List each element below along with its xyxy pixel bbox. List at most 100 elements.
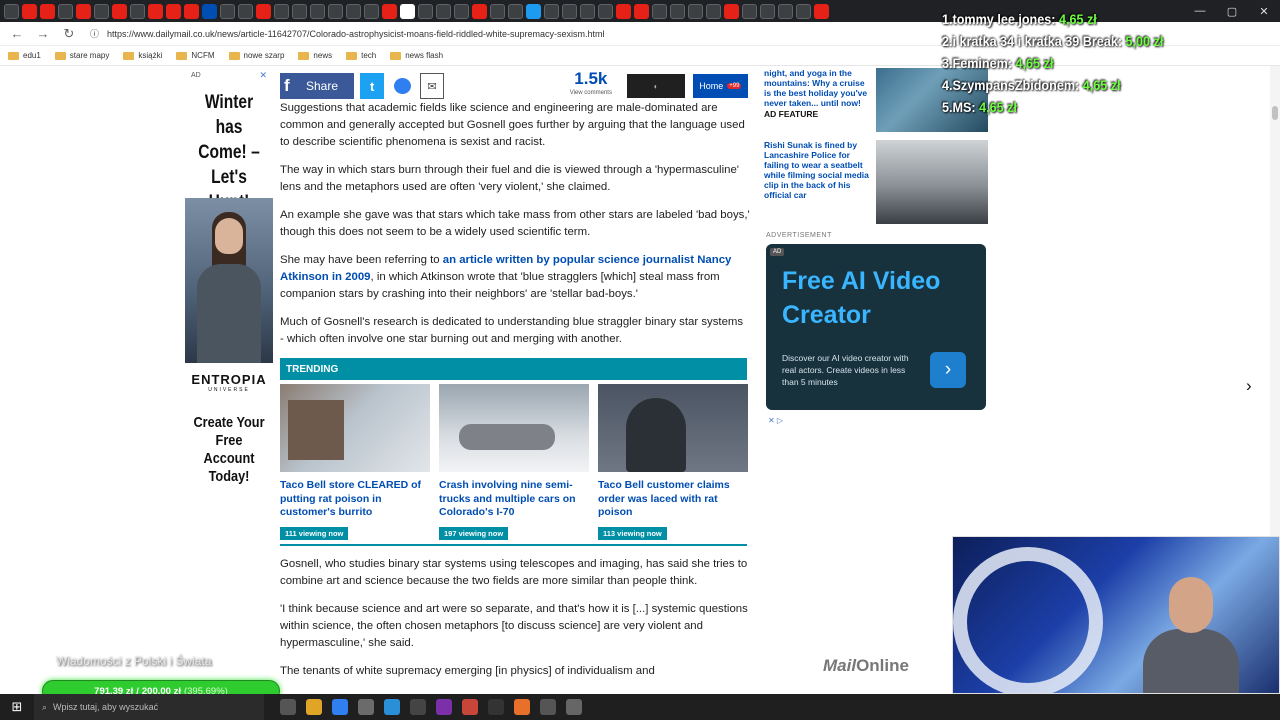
youtube-tab-icon[interactable] [184, 3, 199, 19]
trending-card[interactable]: Crash involving nine semi-trucks and mul… [439, 384, 589, 541]
dark-mode-toggle[interactable]: ◐ [627, 74, 685, 98]
tab-icon[interactable] [562, 3, 577, 19]
ad-controls[interactable]: ✕ ▷ [768, 416, 783, 425]
obs-icon[interactable] [488, 699, 504, 715]
omnibox[interactable]: ⓘ https://www.dailymail.co.uk/news/artic… [86, 25, 866, 43]
bookmark-folder[interactable]: książki [123, 51, 162, 60]
messenger-share-button[interactable] [390, 73, 414, 99]
tab-icon[interactable] [580, 3, 595, 19]
youtube-tab-icon[interactable] [472, 3, 487, 19]
sidebar-story-image[interactable] [876, 140, 988, 224]
facebook-share-button[interactable]: f Share [280, 73, 355, 99]
trending-card[interactable]: Taco Bell customer claims order was lace… [598, 384, 748, 541]
youtube-tab-icon[interactable] [112, 3, 127, 19]
tab-icon[interactable] [292, 3, 307, 19]
vlc-icon[interactable] [514, 699, 530, 715]
taskbar-search[interactable]: ⌕ Wpisz tutaj, aby wyszukać [34, 694, 264, 720]
tab-icon[interactable] [364, 3, 379, 19]
tab-icon[interactable] [706, 3, 721, 19]
tab-icon[interactable] [508, 3, 523, 19]
trending-thumbnail[interactable] [280, 384, 430, 472]
bookmark-folder[interactable]: news [298, 51, 332, 60]
trending-card[interactable]: Taco Bell store CLEARED of putting rat p… [280, 384, 430, 541]
next-article-arrow[interactable]: › [1246, 376, 1252, 396]
email-share-button[interactable]: ✉ [420, 73, 445, 99]
youtube-tab-icon[interactable] [634, 3, 649, 19]
app-icon[interactable] [540, 699, 556, 715]
forward-arrow-icon[interactable]: → [34, 25, 52, 43]
app-icon[interactable] [566, 699, 582, 715]
tab-icon[interactable] [652, 3, 667, 19]
tab-icon[interactable] [598, 3, 613, 19]
youtube-tab-icon[interactable] [76, 3, 91, 19]
tab-icon[interactable] [796, 3, 811, 19]
youtube-tab-icon[interactable] [256, 3, 271, 19]
tab-icon[interactable] [58, 3, 73, 19]
tab-icon[interactable] [220, 3, 235, 19]
tab-icon[interactable] [454, 3, 469, 19]
chrome-icon[interactable] [384, 699, 400, 715]
reload-icon[interactable]: ↻ [60, 25, 78, 43]
task-view-icon[interactable] [280, 699, 296, 715]
youtube-tab-icon[interactable] [166, 3, 181, 19]
tab-icon[interactable] [760, 3, 775, 19]
bookmark-folder[interactable]: edu1 [8, 51, 41, 60]
tab-icon[interactable] [346, 3, 361, 19]
edge-icon[interactable] [332, 699, 348, 715]
sidebar-story-text[interactable]: Rishi Sunak is fined by Lancashire Polic… [764, 140, 870, 224]
tab-icon[interactable] [670, 3, 685, 19]
tab-icon[interactable] [310, 3, 325, 19]
ai-video-ad[interactable]: AD Free AI Video Creator Discover our AI… [766, 244, 986, 410]
youtube-tab-icon[interactable] [616, 3, 631, 19]
twitter-tab-icon[interactable] [526, 3, 541, 19]
bookmark-folder[interactable]: nowe szarp [228, 51, 284, 60]
settings-icon[interactable] [358, 699, 374, 715]
tab-icon[interactable] [4, 3, 19, 19]
youtube-tab-icon[interactable] [382, 3, 397, 19]
youtube-tab-icon[interactable] [148, 3, 163, 19]
windows-start-button[interactable]: ⊞ [0, 694, 34, 720]
youtube-tab-icon[interactable] [22, 3, 37, 19]
active-tab-icon[interactable] [400, 3, 415, 19]
tab-icon[interactable] [544, 3, 559, 19]
info-icon[interactable]: ⓘ [90, 27, 99, 40]
tab-icon[interactable] [688, 3, 703, 19]
tab-icon[interactable] [130, 3, 145, 19]
premiere-icon[interactable] [436, 699, 452, 715]
bookmark-folder[interactable]: news flash [390, 51, 443, 60]
ad-close-icon[interactable]: ✕ [259, 70, 267, 81]
back-arrow-icon[interactable]: ← [8, 25, 26, 43]
twitter-share-button[interactable]: t [360, 73, 385, 99]
youtube-tab-icon[interactable] [40, 3, 55, 19]
tab-icon[interactable] [274, 3, 289, 19]
bookmark-folder[interactable]: NCFM [176, 51, 215, 60]
comments-button[interactable]: 1.5k View comments [562, 70, 619, 99]
scrollbar-thumb[interactable] [1272, 106, 1278, 120]
entropia-ad[interactable]: AD ✕ Winter has Come! – Let's Hunt! ENTR… [185, 68, 273, 508]
app-icon[interactable] [410, 699, 426, 715]
ad-cta[interactable]: Create Your Free Account Today! [192, 414, 267, 486]
tab-icon[interactable] [418, 3, 433, 19]
ai-ad-arrow-button[interactable]: › [930, 352, 966, 388]
youtube-tab-icon[interactable] [814, 3, 829, 19]
close-window-button[interactable]: ✕ [1248, 0, 1280, 22]
trending-title[interactable]: Taco Bell store CLEARED of putting rat p… [280, 479, 430, 521]
home-button[interactable]: Home +99 [692, 74, 748, 98]
app-icon[interactable] [462, 699, 478, 715]
trending-title[interactable]: Crash involving nine semi-trucks and mul… [439, 479, 589, 521]
sidebar-story[interactable]: Rishi Sunak is fined by Lancashire Polic… [764, 140, 988, 224]
bookmark-folder[interactable]: stare mapy [54, 51, 109, 60]
trending-title[interactable]: Taco Bell customer claims order was lace… [598, 479, 748, 521]
tab-icon[interactable] [94, 3, 109, 19]
url-text[interactable]: https://www.dailymail.co.uk/news/article… [107, 29, 605, 39]
tab-icon[interactable] [202, 3, 217, 19]
youtube-tab-icon[interactable] [724, 3, 739, 19]
tab-icon[interactable] [238, 3, 253, 19]
tab-icon[interactable] [742, 3, 757, 19]
file-explorer-icon[interactable] [306, 699, 322, 715]
tab-icon[interactable] [436, 3, 451, 19]
trending-thumbnail[interactable] [598, 384, 748, 472]
tab-icon[interactable] [490, 3, 505, 19]
sidebar-story-text[interactable]: night, and yoga in the mountains: Why a … [764, 68, 867, 108]
trending-thumbnail[interactable] [439, 384, 589, 472]
